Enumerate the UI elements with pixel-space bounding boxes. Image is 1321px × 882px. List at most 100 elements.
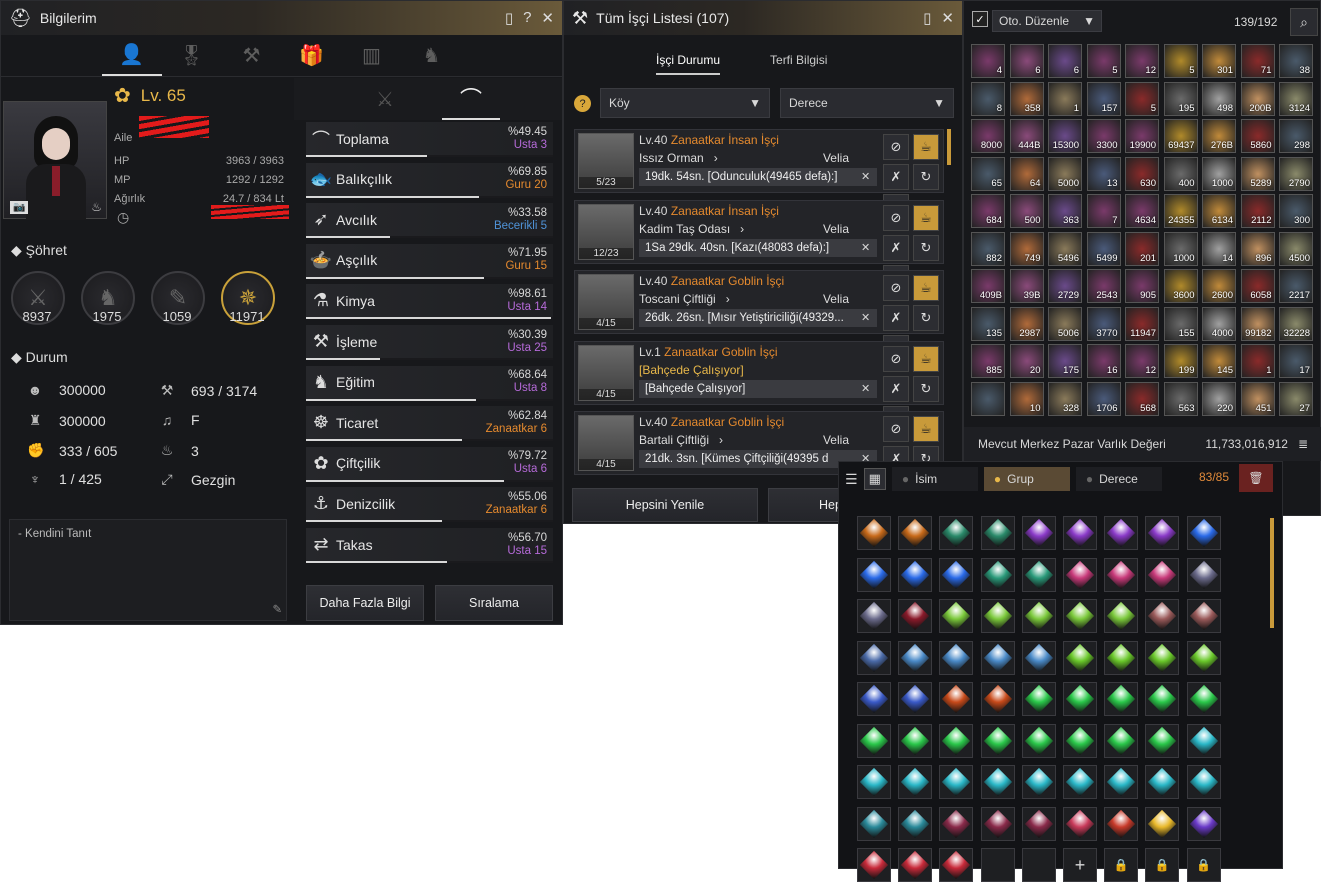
inventory-slot[interactable]: 3124	[1279, 81, 1313, 116]
storage-slot[interactable]	[1104, 599, 1139, 633]
inventory-slot[interactable]: 409B	[971, 269, 1005, 303]
storage-slot[interactable]	[1104, 640, 1139, 675]
worker-card[interactable]: 5/23 Lv.40 Zanaatkar İnsan İşçi Issız Orma…	[574, 129, 944, 220]
storage-slot[interactable]	[1104, 765, 1139, 799]
storage-slot[interactable]	[857, 599, 891, 633]
inventory-slot[interactable]: 298	[1279, 119, 1313, 153]
inventory-slot[interactable]: 400	[1163, 156, 1198, 191]
no-food-button[interactable]: ⊘	[883, 416, 909, 442]
inventory-slot[interactable]: 14	[1202, 231, 1236, 266]
inventory-slot[interactable]: 220	[1202, 381, 1236, 416]
inventory-slot[interactable]: 2543	[1086, 269, 1121, 303]
inventory-slot[interactable]: 155	[1163, 306, 1198, 341]
storage-slot[interactable]	[1186, 723, 1221, 758]
feed-button[interactable]: ☕	[913, 345, 939, 372]
storage-slot[interactable]	[1063, 723, 1097, 758]
skill-row-ascilik[interactable]: 🍲 Aşçılık %71.95 Guru 15	[306, 243, 553, 279]
inventory-slot[interactable]: 69437	[1163, 119, 1198, 153]
inventory-slot[interactable]: 276B	[1202, 119, 1236, 153]
storage-slot[interactable]	[1145, 599, 1180, 633]
list-scrollbar[interactable]	[947, 129, 951, 165]
storage-slot[interactable]	[857, 723, 891, 758]
inventory-slot[interactable]: 684	[971, 194, 1005, 228]
inventory-slot[interactable]: 5006	[1048, 306, 1082, 341]
storage-slot[interactable]	[1104, 557, 1139, 592]
no-food-button[interactable]: ⊘	[883, 204, 909, 231]
inventory-slot[interactable]: 1000	[1163, 231, 1198, 266]
inventory-slot[interactable]: 13	[1086, 156, 1121, 191]
help-icon[interactable]: ?	[523, 9, 531, 27]
storage-slot[interactable]	[1063, 557, 1097, 592]
skill-row-ciftcilik[interactable]: ✿ Çiftçilik %79.72 Usta 6	[306, 446, 553, 482]
no-food-button[interactable]: ⊘	[883, 275, 909, 301]
feed-button[interactable]: ☕	[913, 134, 939, 160]
fire-button[interactable]: ✗	[883, 164, 909, 190]
storage-slot[interactable]	[980, 599, 1015, 633]
tab-gift[interactable]: 🎁	[282, 35, 342, 76]
inventory-slot[interactable]	[971, 381, 1005, 416]
inventory-slot[interactable]: 905	[1125, 269, 1159, 303]
inventory-slot[interactable]: 11947	[1125, 306, 1159, 341]
repeat-button[interactable]: ↻	[913, 164, 939, 190]
inventory-slot[interactable]: 4500	[1279, 231, 1313, 266]
repeat-button[interactable]: ↻	[913, 305, 939, 331]
worker-card[interactable]: 12/23 Lv.40 Zanaatkar İnsan İşçi Kadim Taş…	[574, 199, 944, 291]
storage-slot[interactable]	[980, 682, 1015, 716]
cancel-task-icon[interactable]: ✕	[861, 382, 870, 395]
tab-medal[interactable]: 🎖	[162, 35, 222, 76]
inventory-slot[interactable]: 300	[1279, 194, 1313, 228]
inventory-slot[interactable]: 12	[1125, 44, 1159, 78]
storage-slot[interactable]	[898, 848, 933, 882]
skill-row-isleme[interactable]: ⚒ İşleme %30.39 Usta 25	[306, 325, 553, 360]
fire-button[interactable]: ✗	[883, 375, 909, 402]
inventory-slot[interactable]: 38	[1279, 44, 1313, 78]
storage-slot[interactable]	[1186, 599, 1221, 633]
skill-row-toplama[interactable]: ⌒ Toplama %49.45 Usta 3	[306, 122, 553, 157]
inventory-slot[interactable]: 17	[1279, 344, 1313, 378]
storage-slot[interactable]	[857, 848, 891, 882]
storage-slot[interactable]	[1021, 682, 1056, 716]
inventory-slot[interactable]: 175	[1048, 344, 1082, 378]
storage-slot[interactable]	[1063, 640, 1097, 675]
storage-slot[interactable]	[1145, 723, 1180, 758]
village-select[interactable]: Köy ▼	[600, 88, 770, 118]
storage-slot[interactable]	[939, 640, 974, 675]
storage-slot[interactable]	[939, 516, 974, 550]
storage-slot[interactable]	[1186, 806, 1221, 841]
inventory-slot[interactable]: 563	[1163, 381, 1198, 416]
storage-slot[interactable]	[898, 599, 933, 633]
storage-slot[interactable]	[1104, 682, 1139, 716]
help-circle-icon[interactable]: ?	[574, 95, 591, 112]
repeat-button[interactable]: ↻	[913, 375, 939, 402]
inventory-slot[interactable]: 749	[1009, 231, 1044, 266]
storage-slot[interactable]	[1186, 682, 1221, 716]
inventory-slot[interactable]: 4634	[1125, 194, 1159, 228]
storage-slot[interactable]	[1104, 516, 1139, 550]
storage-slot[interactable]	[898, 806, 933, 841]
storage-slot[interactable]	[1186, 640, 1221, 675]
inventory-slot[interactable]: 498	[1202, 81, 1236, 116]
storage-slot[interactable]	[980, 640, 1015, 675]
inventory-slot[interactable]: 328	[1048, 381, 1082, 416]
inventory-slot[interactable]: 20	[1009, 344, 1044, 378]
storage-slot[interactable]	[1021, 806, 1056, 841]
storage-slot[interactable]	[898, 516, 933, 550]
storage-slot[interactable]	[980, 848, 1015, 882]
tab-stats[interactable]: ▥	[342, 35, 402, 76]
inventory-slot[interactable]: 568	[1125, 381, 1159, 416]
inventory-slot[interactable]: 1706	[1086, 381, 1121, 416]
auto-sort-checkbox[interactable]: ✓	[972, 11, 988, 27]
grade-select[interactable]: Derece ▼	[780, 88, 954, 118]
storage-slot[interactable]	[1021, 557, 1056, 592]
inventory-slot[interactable]: 199	[1163, 344, 1198, 378]
skill-row-ticaret[interactable]: ☸ Ticaret %62.84 Zanaatkar 6	[306, 406, 553, 442]
inventory-slot[interactable]: 3300	[1086, 119, 1121, 153]
fire-button[interactable]: ✗	[883, 305, 909, 331]
storage-slot[interactable]	[980, 516, 1015, 550]
inventory-slot[interactable]: 363	[1048, 194, 1082, 228]
storage-slot[interactable]	[980, 557, 1015, 592]
storage-slot[interactable]	[857, 682, 891, 716]
storage-slot[interactable]	[857, 640, 891, 675]
add-slot-button[interactable]: +	[1063, 848, 1097, 882]
inventory-slot[interactable]: 358	[1009, 81, 1044, 116]
